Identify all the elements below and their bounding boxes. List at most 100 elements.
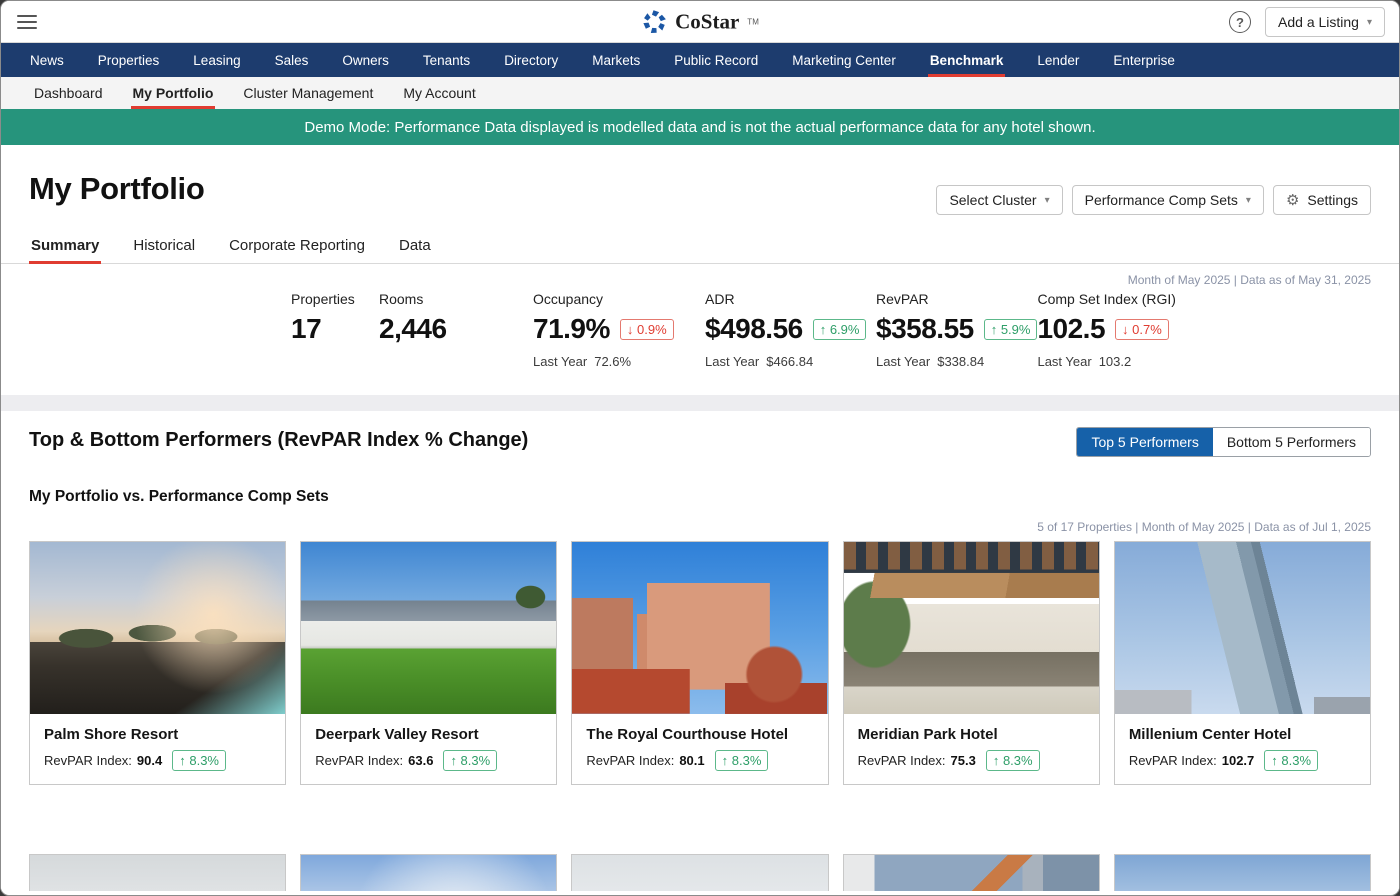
sub-nav-item[interactable]: My Account [401,77,477,109]
last-year-value: $338.84 [937,354,984,369]
sub-nav-item[interactable]: Dashboard [32,77,105,109]
stat: Comp Set Index (RGI) 102.5 ↓ 0.7% Last Y… [1037,291,1176,369]
performance-comp-sets-dropdown[interactable]: Performance Comp Sets ▾ [1072,185,1264,215]
demo-mode-text: Demo Mode: Performance Data displayed is… [304,119,1095,136]
page-header: My Portfolio Select Cluster ▾ Performanc… [1,145,1399,264]
main-nav-item[interactable]: Sales [273,43,311,77]
portfolio-tabs: Summary Historical Corporate Reporting D… [29,237,1371,263]
top-bar: CoStar TM ? Add a Listing ▾ [1,1,1399,43]
help-icon[interactable]: ? [1229,11,1251,33]
revpar-index-value: 75.3 [951,753,976,768]
chevron-down-icon: ▾ [1246,195,1251,206]
hotel-name: Millenium Center Hotel [1129,726,1356,743]
last-year-label: Last Year [876,354,930,369]
hotel-card[interactable] [843,854,1100,891]
main-nav-item[interactable]: Directory [502,43,560,77]
hotel-photo [30,855,285,891]
last-year-label: Last Year [533,354,587,369]
settings-label: Settings [1307,192,1358,208]
main-nav-item[interactable]: Marketing Center [790,43,898,77]
hotel-card[interactable]: Millenium Center Hotel RevPAR Index: 102… [1114,541,1371,785]
chevron-down-icon: ▾ [1045,195,1050,206]
performers-subtitle: My Portfolio vs. Performance Comp Sets [29,488,1371,506]
revpar-index-label: RevPAR Index: [858,753,946,768]
stat-label: Properties [291,291,379,307]
stat-last-year: Last Year72.6% [533,354,705,369]
revpar-index-label: RevPAR Index: [1129,753,1217,768]
summary-as-of: Month of May 2025 | Data as of May 31, 2… [1,264,1399,287]
main-nav-item[interactable]: Owners [340,43,391,77]
stat: Properties 17 Last Year [291,291,379,369]
stat: ADR $498.56 ↑ 6.9% Last Year$466.84 [705,291,876,369]
hotel-card[interactable]: The Royal Courthouse Hotel RevPAR Index:… [571,541,828,785]
add-a-listing-button[interactable]: Add a Listing ▾ [1265,7,1385,37]
sub-nav-item[interactable]: Cluster Management [241,77,375,109]
main-nav-item[interactable]: Benchmark [928,43,1006,77]
brand-trademark: TM [747,17,759,26]
stat-value: 71.9% [533,313,610,345]
main-nav-item[interactable]: Tenants [421,43,472,77]
hotel-photo [844,542,1099,714]
main-nav-item[interactable]: Properties [96,43,162,77]
revpar-change-badge: ↑ 8.3% [172,750,226,771]
chevron-down-icon: ▾ [1367,17,1372,28]
stats-row: Properties 17 Last Year Rooms 2,446 [1,291,1399,369]
sub-nav-item[interactable]: My Portfolio [131,77,216,109]
stat-value: $498.56 [705,313,803,345]
hotel-photo [844,855,1099,891]
settings-button[interactable]: ⚙ Settings [1273,185,1371,215]
stat-change-badge: ↓ 0.9% [620,319,674,340]
stat-value: 17 [291,313,321,345]
hotel-card[interactable] [571,854,828,891]
hotel-name: Deerpark Valley Resort [315,726,542,743]
main-nav-item[interactable]: Enterprise [1111,43,1177,77]
stat: Occupancy 71.9% ↓ 0.9% Last Year72.6% [533,291,705,369]
hotel-card[interactable] [29,854,286,891]
last-year-value: $466.84 [766,354,813,369]
main-nav-item[interactable]: Lender [1035,43,1081,77]
revpar-change-badge: ↑ 8.3% [986,750,1040,771]
stat-label: RevPAR [876,291,1037,307]
last-year-label: Last Year [1037,354,1091,369]
main-nav-item[interactable]: Markets [590,43,642,77]
stat-change-badge: ↑ 6.9% [813,319,867,340]
select-cluster-dropdown[interactable]: Select Cluster ▾ [936,185,1062,215]
hotel-name: Palm Shore Resort [44,726,271,743]
tab[interactable]: Corporate Reporting [227,237,367,263]
hotel-photo [301,542,556,714]
hotel-card[interactable]: Meridian Park Hotel RevPAR Index: 75.3 ↑… [843,541,1100,785]
revpar-index-value: 63.6 [408,753,433,768]
tab[interactable]: Summary [29,237,101,263]
performers-toggle-segment[interactable]: Top 5 Performers [1077,428,1212,456]
performers-toggle-segment[interactable]: Bottom 5 Performers [1213,428,1370,456]
main-nav-item[interactable]: News [28,43,66,77]
summary-stats-section: Month of May 2025 | Data as of May 31, 2… [1,264,1399,395]
brand-name: CoStar [675,9,739,34]
hotel-photo [301,855,556,891]
stat-value: $358.55 [876,313,974,345]
hotel-photo [1115,855,1370,891]
stat: RevPAR $358.55 ↑ 5.9% Last Year$338.84 [876,291,1037,369]
revpar-index-value: 80.1 [679,753,704,768]
revpar-change-badge: ↑ 8.3% [715,750,769,771]
revpar-change-badge: ↑ 8.3% [443,750,497,771]
stat-label: Comp Set Index (RGI) [1037,291,1176,307]
hotel-card[interactable]: Deerpark Valley Resort RevPAR Index: 63.… [300,541,557,785]
gear-icon: ⚙ [1286,193,1299,208]
stat: Rooms 2,446 Last Year [379,291,533,369]
hotel-name: Meridian Park Hotel [858,726,1085,743]
tab[interactable]: Data [397,237,433,263]
last-year-value: 103.2 [1099,354,1132,369]
tab[interactable]: Historical [131,237,197,263]
menu-icon[interactable] [17,15,37,29]
hotel-card[interactable] [300,854,557,891]
main-nav-item[interactable]: Leasing [191,43,242,77]
revpar-index-value: 102.7 [1222,753,1255,768]
performers-as-of: 5 of 17 Properties | Month of May 2025 |… [29,520,1371,534]
stat-change-badge: ↓ 0.7% [1115,319,1169,340]
main-nav-item[interactable]: Public Record [672,43,760,77]
revpar-index-label: RevPAR Index: [315,753,403,768]
hotel-card[interactable] [1114,854,1371,891]
hotel-photo [1115,542,1370,714]
hotel-card[interactable]: Palm Shore Resort RevPAR Index: 90.4 ↑ 8… [29,541,286,785]
